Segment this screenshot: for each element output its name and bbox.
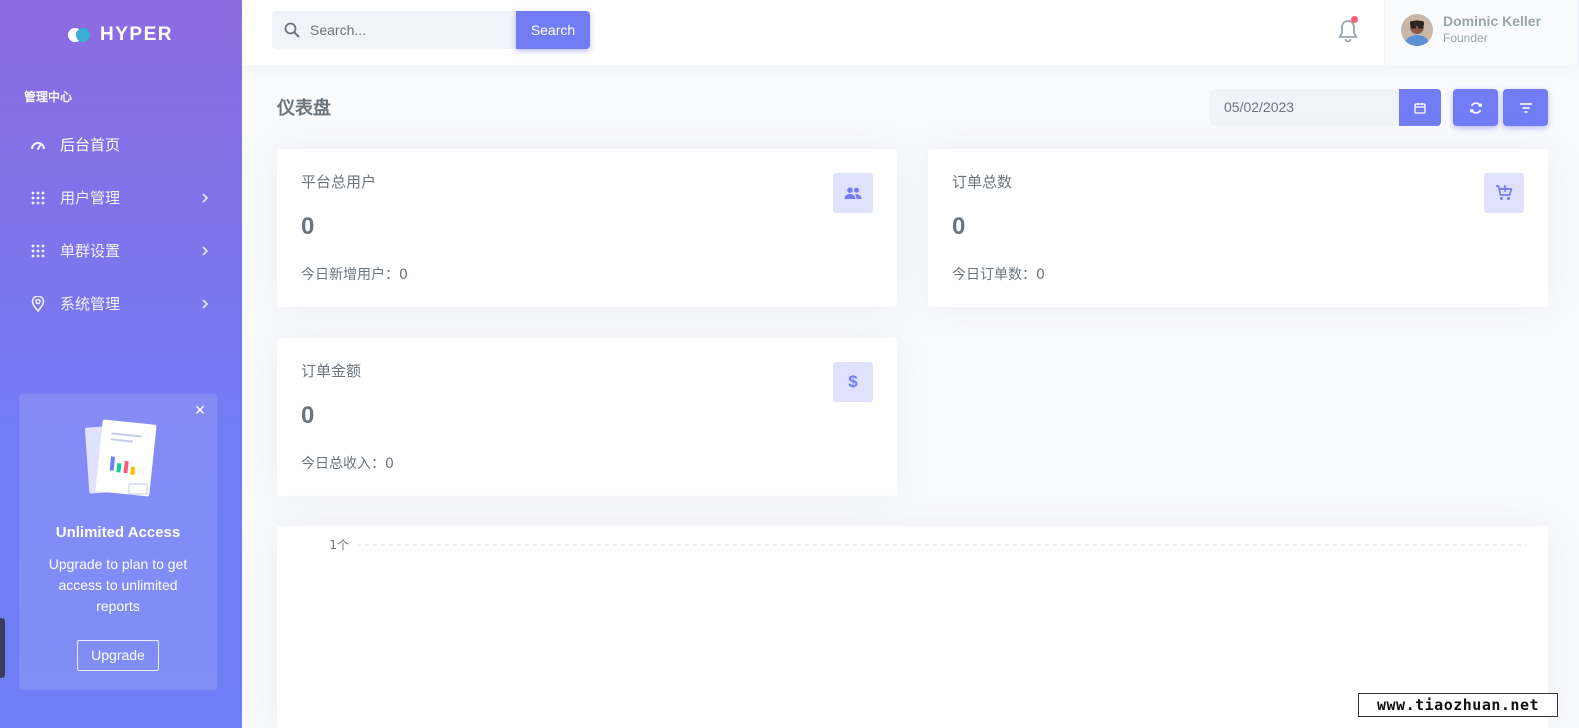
sidebar-item-label: 后台首页 (60, 136, 121, 154)
sidebar-item-system[interactable]: 系统管理 (0, 277, 242, 330)
search-icon (284, 22, 300, 38)
search-box (272, 11, 516, 49)
stat-card-total-orders: 订单总数 0 今日订单数：0 (928, 149, 1548, 307)
stat-value: 0 (301, 402, 315, 429)
user-name: Dominic Keller (1443, 13, 1542, 29)
sidebar-item-label: 系统管理 (60, 295, 121, 313)
date-input[interactable]: 05/02/2023 (1210, 89, 1400, 126)
sidebar-item-users[interactable]: 用户管理 (0, 171, 242, 224)
sidebar-item-group-settings[interactable]: 单群设置 (0, 224, 242, 277)
upgrade-button[interactable]: Upgrade (77, 640, 159, 671)
sidebar-item-label: 单群设置 (60, 242, 121, 260)
chevron-right-icon (202, 192, 209, 203)
stat-card-order-amount: 订单金额 0 今日总收入：0 $ (277, 338, 897, 496)
notification-badge (1351, 16, 1358, 23)
stat-sub: 今日订单数：0 (952, 267, 1045, 283)
avatar (1401, 14, 1433, 46)
chevron-right-icon (202, 298, 209, 309)
upgrade-promo-card: ✕ Unlimited Access Upgrade to plan to ge… (19, 394, 217, 690)
stat-label: 订单金额 (301, 362, 362, 380)
search-input[interactable] (310, 22, 500, 38)
dollar-icon: $ (833, 362, 873, 402)
sidebar-item-label: 用户管理 (60, 189, 121, 207)
stat-sub: 今日总收入：0 (301, 456, 394, 472)
watermark-text: www.tiaozhuan.net (1358, 693, 1558, 717)
sidebar: HYPER 管理中心 后台首页 用户管理 单群设置 系统管理 ✕ Unlimit… (0, 0, 242, 728)
stat-value: 0 (301, 213, 315, 240)
stat-value: 0 (952, 213, 966, 240)
close-icon[interactable]: ✕ (193, 404, 207, 418)
refresh-button[interactable] (1453, 89, 1498, 126)
user-role: Founder (1443, 31, 1488, 45)
filter-button[interactable] (1503, 89, 1548, 126)
brand-logo[interactable]: HYPER (68, 24, 173, 46)
menu-section-title: 管理中心 (24, 90, 73, 104)
users-icon (833, 173, 873, 213)
sidebar-menu: 后台首页 用户管理 单群设置 系统管理 (0, 118, 242, 330)
stat-label: 订单总数 (952, 173, 1013, 191)
stat-sub: 今日新增用户：0 (301, 267, 408, 283)
promo-text: Upgrade to plan to get access to unlimit… (48, 556, 188, 614)
brand-name: HYPER (100, 24, 173, 45)
promo-title: Unlimited Access (55, 524, 181, 541)
page-title: 仪表盘 (277, 98, 331, 119)
user-profile[interactable]: Dominic Keller Founder (1384, 0, 1579, 65)
chevron-right-icon (202, 245, 209, 256)
topbar: Search Dominic Keller Founder (242, 0, 1579, 65)
calendar-icon (1414, 102, 1426, 114)
calendar-button[interactable] (1399, 89, 1441, 126)
filter-icon (1519, 102, 1532, 113)
search-button[interactable]: Search (516, 11, 590, 49)
sidebar-item-dashboard[interactable]: 后台首页 (0, 118, 242, 171)
logo-mark-icon (68, 26, 96, 44)
gauge-icon (30, 137, 46, 153)
report-illustration-icon (84, 419, 157, 497)
cart-icon (1484, 173, 1524, 213)
grid-dots-icon (30, 190, 46, 206)
stat-label: 平台总用户 (301, 173, 377, 191)
refresh-icon (1469, 101, 1482, 114)
map-pin-icon (30, 295, 46, 312)
side-drawer-tab[interactable] (0, 618, 5, 678)
y-tick-label: 1个 (329, 538, 349, 552)
stat-card-total-users: 平台总用户 0 今日新增用户：0 (277, 149, 897, 307)
grid-dots-icon (30, 243, 46, 259)
